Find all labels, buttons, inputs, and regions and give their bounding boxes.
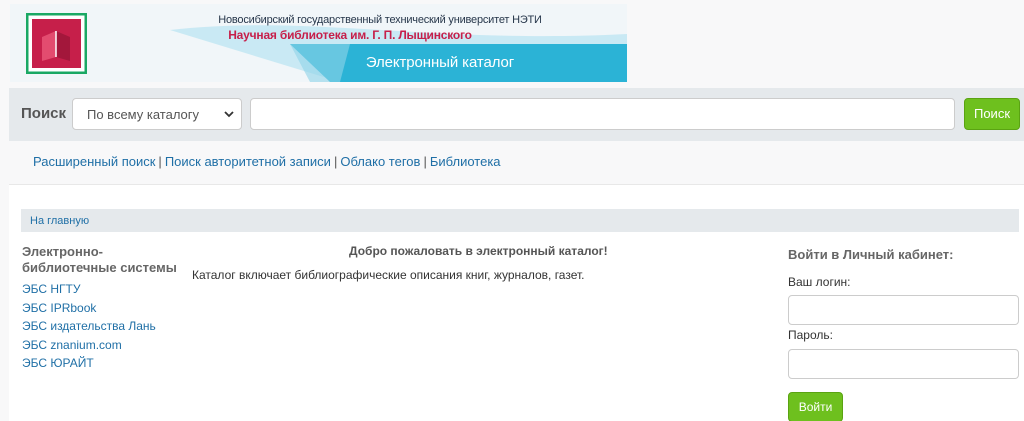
library-book-logo-icon <box>26 13 87 74</box>
search-label: Поиск <box>21 105 67 122</box>
home-link[interactable]: На главную <box>30 215 89 227</box>
search-scope-value: По всему каталогу <box>87 107 200 122</box>
list-item: ЭБС znanium.com <box>22 336 156 355</box>
search-input[interactable] <box>250 98 955 130</box>
ebs-link[interactable]: ЭБС ЮРАЙТ <box>22 356 94 370</box>
login-field[interactable] <box>788 295 1019 325</box>
welcome-text: Каталог включает библиографические описа… <box>192 268 585 282</box>
password-field[interactable] <box>788 349 1019 379</box>
library-link[interactable]: Библиотека <box>430 154 501 169</box>
main-panel: На главную Электронно-библиотечные систе… <box>9 184 1024 421</box>
university-name: Новосибирский государственный технически… <box>218 14 542 26</box>
login-heading: Войти в Личный кабинет: <box>788 247 954 262</box>
nav-links: Расширенный поиск | Поиск авторитетной зап… <box>33 154 501 169</box>
page: Новосибирский государственный технически… <box>0 0 1024 421</box>
ebs-link[interactable]: ЭБС IPRbook <box>22 301 96 315</box>
search-scope-select[interactable]: По всему каталогу <box>72 98 242 130</box>
list-item: ЭБС IPRbook <box>22 299 156 318</box>
breadcrumb: На главную <box>21 209 1019 232</box>
authority-search-link[interactable]: Поиск авторитетной записи <box>165 154 331 169</box>
list-item: ЭБС ЮРАЙТ <box>22 354 156 373</box>
ebs-list: ЭБС НГТУ ЭБС IPRbook ЭБС издательства Ла… <box>22 280 156 373</box>
tag-cloud-link[interactable]: Облако тегов <box>340 154 420 169</box>
library-name: Научная библиотека им. Г. П. Лыщинского <box>228 28 472 42</box>
search-button[interactable]: Поиск <box>964 98 1020 130</box>
welcome-title: Добро пожаловать в электронный каталог! <box>349 244 608 258</box>
ebs-link[interactable]: ЭБС издательства Лань <box>22 319 156 333</box>
chevron-down-icon <box>224 111 234 118</box>
list-item: ЭБС НГТУ <box>22 280 156 299</box>
ebs-link[interactable]: ЭБС НГТУ <box>22 282 80 296</box>
password-label: Пароль: <box>788 328 833 342</box>
header-banner[interactable]: Новосибирский государственный технически… <box>10 4 627 82</box>
separator: | <box>158 154 162 169</box>
login-label: Ваш логин: <box>788 275 851 289</box>
separator: | <box>333 154 338 169</box>
ebs-link[interactable]: ЭБС znanium.com <box>22 338 122 352</box>
ebs-heading: Электронно-библиотечные системы <box>22 244 177 275</box>
separator: | <box>423 154 427 169</box>
login-button[interactable]: Войти <box>788 392 843 421</box>
catalog-title: Электронный каталог <box>365 54 515 71</box>
search-bar: Поиск По всему каталогу Поиск <box>9 88 1024 141</box>
advanced-search-link[interactable]: Расширенный поиск <box>33 154 155 169</box>
list-item: ЭБС издательства Лань <box>22 317 156 336</box>
